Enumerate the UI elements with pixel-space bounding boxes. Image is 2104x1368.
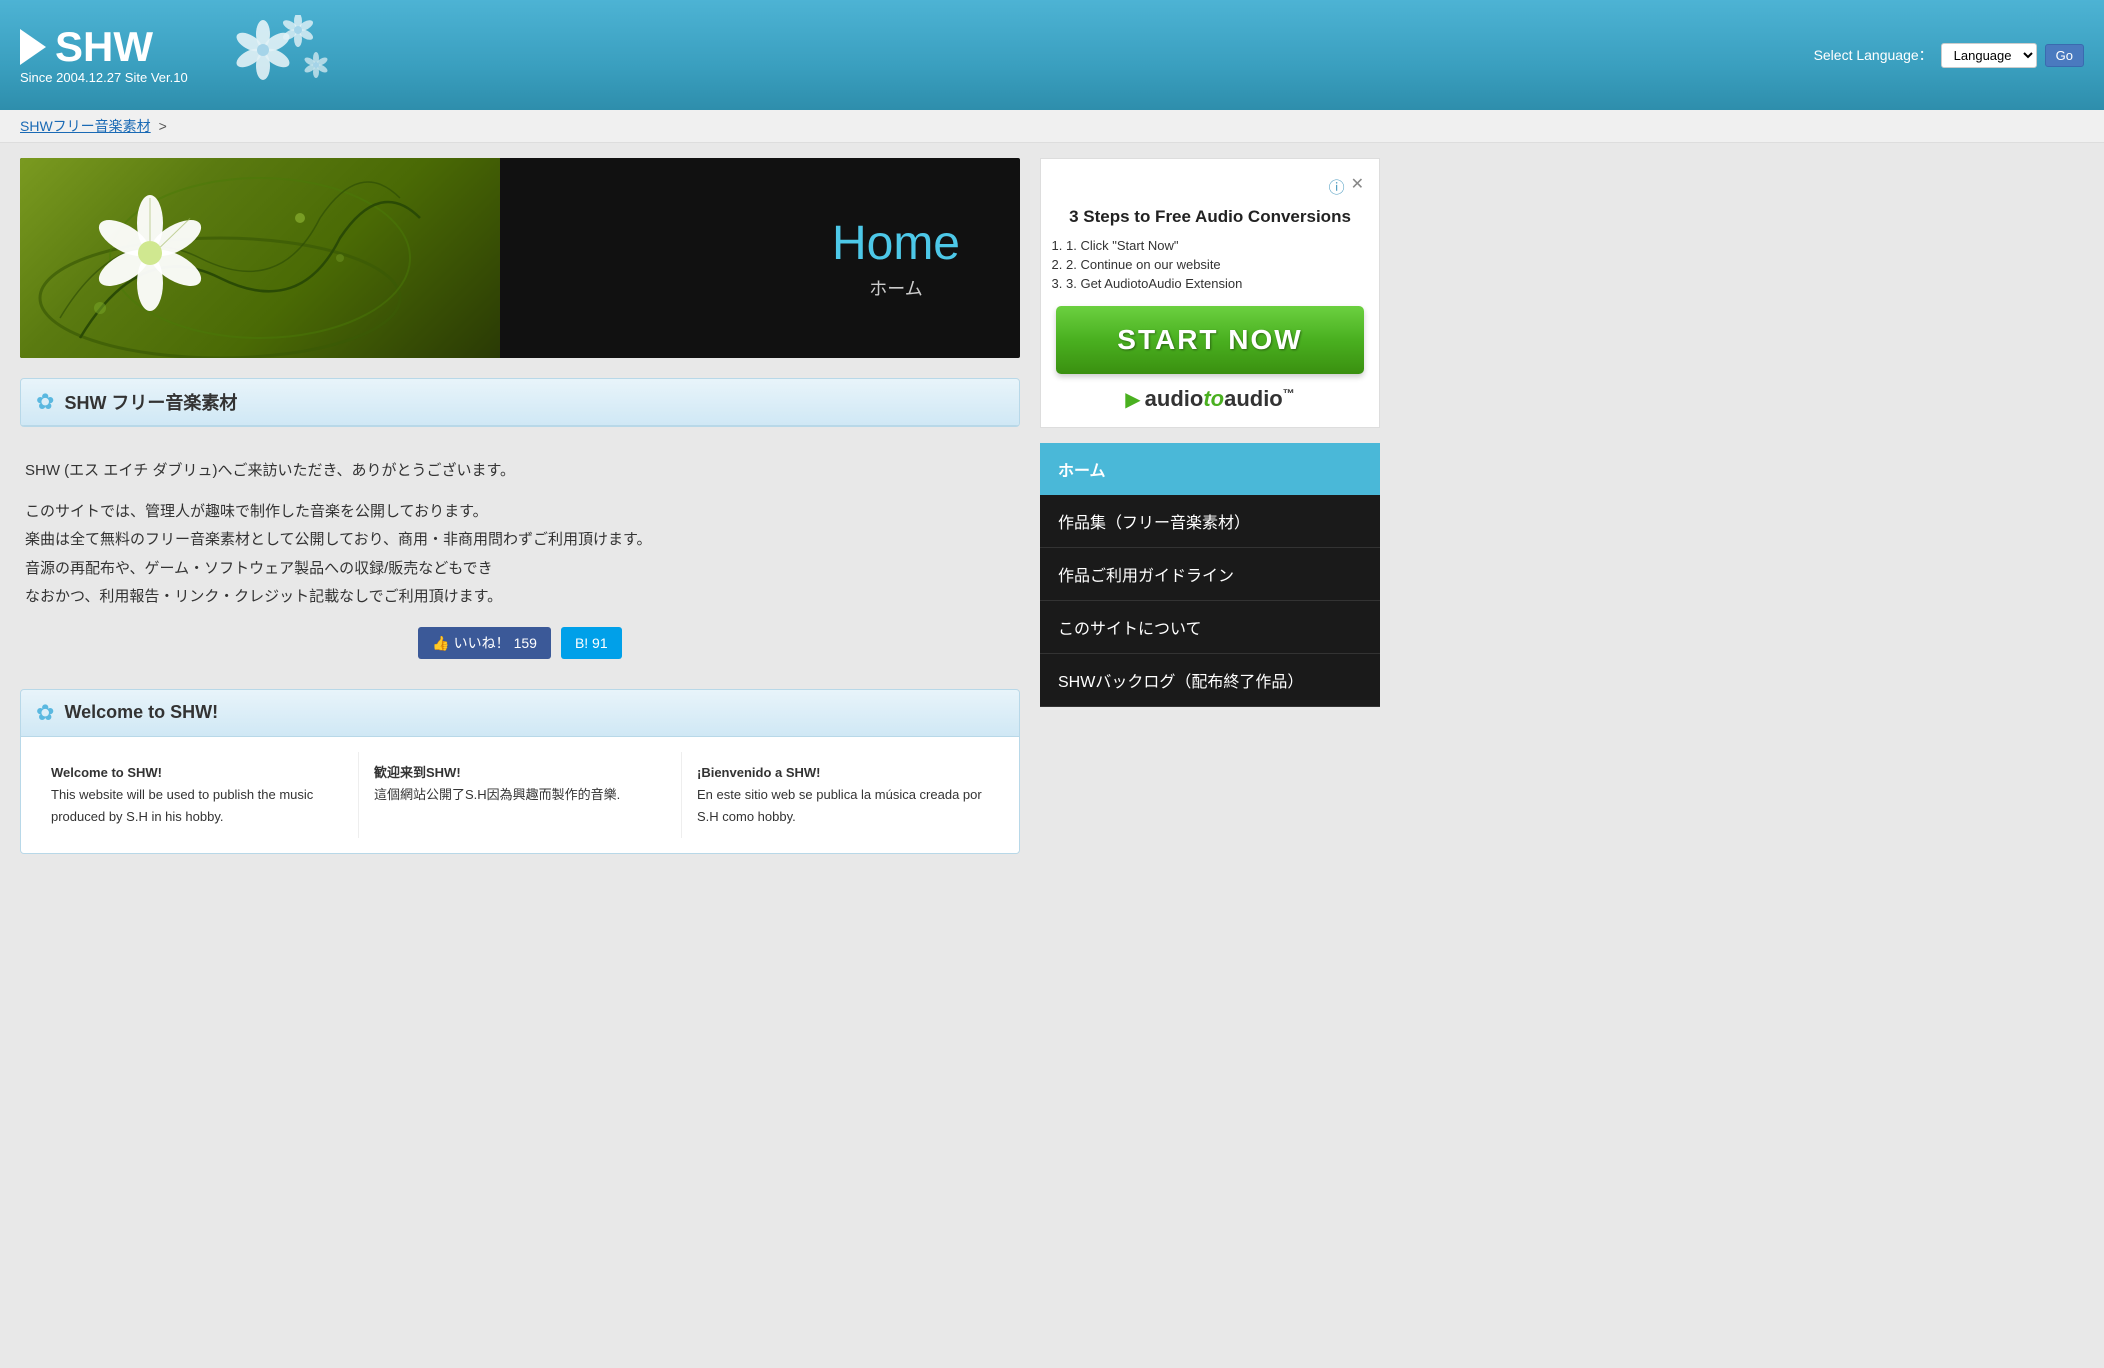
welcome-col-es: ¡Bienvenido a SHW! En este sitio web se … bbox=[682, 752, 1004, 838]
welcome-col-zh-title: 歓迎来到SHW! bbox=[374, 765, 461, 780]
star-icon: ✿ bbox=[36, 389, 54, 415]
welcome-col-es-title: ¡Bienvenido a SHW! bbox=[697, 765, 821, 780]
breadcrumb-separator: > bbox=[159, 118, 167, 134]
hero-title-jp: ホーム bbox=[832, 275, 960, 301]
logo-text: SHW Since 2004.12.27 Site Ver.10 bbox=[20, 26, 188, 85]
ad-step3: 3. Get AudiotoAudio Extension bbox=[1066, 276, 1364, 291]
content-area: Home ホーム ✿ SHW フリー音楽素材 SHW (エス エイチ ダブリュ)… bbox=[20, 158, 1020, 874]
nav-label-works: 作品集（フリー音楽素材） bbox=[1058, 509, 1250, 533]
audio-word1: audio bbox=[1145, 386, 1204, 411]
facebook-like-button[interactable]: 👍 いいね！ 159 bbox=[418, 627, 551, 659]
hero-banner: Home ホーム bbox=[20, 158, 1020, 358]
breadcrumb: SHWフリー音楽素材 > bbox=[0, 110, 2104, 143]
nav-item-works[interactable]: 作品集（フリー音楽素材） bbox=[1040, 495, 1380, 548]
welcome-col-en: Welcome to SHW! This website will be use… bbox=[36, 752, 359, 838]
welcome-columns: Welcome to SHW! This website will be use… bbox=[36, 752, 1004, 838]
language-go-button[interactable]: Go bbox=[2045, 44, 2084, 67]
lang-label: Select Language： bbox=[1814, 45, 1933, 65]
audio-word2: audio bbox=[1224, 386, 1283, 411]
audio-tm: ™ bbox=[1283, 387, 1295, 401]
header: SHW Since 2004.12.27 Site Ver.10 bbox=[0, 0, 2104, 110]
nav-label-about: このサイトについて bbox=[1058, 615, 1202, 639]
audio-to-audio-logo: ▶ audiotoaudio™ bbox=[1056, 386, 1364, 412]
social-buttons: 👍 いいね！ 159 B! 91 bbox=[25, 627, 1015, 659]
hero-title-en: Home bbox=[832, 216, 960, 271]
audio-brand-text: audiotoaudio™ bbox=[1145, 386, 1295, 412]
start-now-button[interactable]: START NOW bbox=[1056, 306, 1364, 374]
nav-label-home: ホーム bbox=[1058, 457, 1106, 481]
logo-subtitle: Since 2004.12.27 Site Ver.10 bbox=[20, 70, 188, 85]
welcome-section-title: Welcome to SHW! bbox=[64, 702, 218, 723]
flowers-decoration-icon bbox=[208, 15, 328, 95]
hero-floral-art bbox=[20, 158, 500, 358]
ad-box: ⓘ ✕ 3 Steps to Free Audio Conversions 1.… bbox=[1040, 158, 1380, 428]
welcome-section-body: Welcome to SHW! This website will be use… bbox=[21, 737, 1019, 853]
audio-to-text: to bbox=[1203, 386, 1224, 411]
language-selector-area: Select Language： Language Go bbox=[1814, 43, 2084, 68]
main-layout: Home ホーム ✿ SHW フリー音楽素材 SHW (エス エイチ ダブリュ)… bbox=[0, 143, 1400, 889]
audio-play-icon: ▶ bbox=[1125, 387, 1140, 412]
ad-close-icon[interactable]: ✕ bbox=[1351, 174, 1364, 198]
nav-sidebar: ホーム 作品集（フリー音楽素材） 作品ご利用ガイドライン このサイトについて S… bbox=[1040, 443, 1380, 707]
main-section-header: ✿ SHW フリー音楽素材 bbox=[21, 379, 1019, 426]
welcome-col-zh: 歓迎来到SHW! 這個網站公開了S.H因為興趣而製作的音樂. bbox=[359, 752, 682, 838]
welcome-col-zh-text: 這個網站公開了S.H因為興趣而製作的音樂. bbox=[374, 787, 620, 802]
ad-title: 3 Steps to Free Audio Conversions bbox=[1056, 206, 1364, 228]
intro-para1: SHW (エス エイチ ダブリュ)へご来訪いただき、ありがとうございます。 bbox=[25, 457, 1015, 486]
logo-flowers bbox=[208, 15, 328, 95]
hero-left-decoration bbox=[20, 158, 500, 358]
nav-label-backlog: SHWバックログ（配布終了作品） bbox=[1058, 668, 1303, 692]
breadcrumb-link[interactable]: SHWフリー音楽素材 bbox=[20, 116, 151, 136]
logo-triangle-icon bbox=[20, 29, 46, 65]
nav-item-guidelines[interactable]: 作品ご利用ガイドライン bbox=[1040, 548, 1380, 601]
welcome-section-header: ✿ Welcome to SHW! bbox=[21, 690, 1019, 737]
hero-text: Home ホーム bbox=[832, 216, 960, 301]
main-section-box: ✿ SHW フリー音楽素材 bbox=[20, 378, 1020, 427]
welcome-col-en-title: Welcome to SHW! bbox=[51, 765, 162, 780]
logo-area: SHW Since 2004.12.27 Site Ver.10 bbox=[20, 15, 328, 95]
welcome-section-box: ✿ Welcome to SHW! Welcome to SHW! This w… bbox=[20, 689, 1020, 854]
ad-steps: 1. Click "Start Now" 2. Continue on our … bbox=[1056, 238, 1364, 291]
welcome-col-es-text: En este sitio web se publica la música c… bbox=[697, 787, 982, 824]
ad-step2: 2. Continue on our website bbox=[1066, 257, 1364, 272]
language-select[interactable]: Language bbox=[1941, 43, 2037, 68]
sidebar: ⓘ ✕ 3 Steps to Free Audio Conversions 1.… bbox=[1040, 158, 1380, 707]
hatena-bookmark-button[interactable]: B! 91 bbox=[561, 627, 622, 659]
logo-title: SHW bbox=[20, 26, 188, 68]
intro-para2: このサイトでは、管理人が趣味で制作した音楽を公開しております。 楽曲は全て無料の… bbox=[25, 498, 1015, 612]
nav-item-backlog[interactable]: SHWバックログ（配布終了作品） bbox=[1040, 654, 1380, 707]
ad-controls: ⓘ ✕ bbox=[1056, 174, 1364, 198]
nav-item-about[interactable]: このサイトについて bbox=[1040, 601, 1380, 654]
main-content: SHW (エス エイチ ダブリュ)へご来訪いただき、ありがとうございます。 この… bbox=[20, 447, 1020, 689]
logo-shw: SHW bbox=[55, 26, 153, 68]
ad-step1: 1. Click "Start Now" bbox=[1066, 238, 1364, 253]
main-section-title: SHW フリー音楽素材 bbox=[64, 389, 237, 415]
welcome-col-en-text: This website will be used to publish the… bbox=[51, 787, 313, 824]
ad-info-icon[interactable]: ⓘ bbox=[1329, 174, 1345, 198]
nav-label-guidelines: 作品ご利用ガイドライン bbox=[1058, 562, 1234, 586]
nav-item-home[interactable]: ホーム bbox=[1040, 443, 1380, 495]
welcome-star-icon: ✿ bbox=[36, 700, 54, 726]
